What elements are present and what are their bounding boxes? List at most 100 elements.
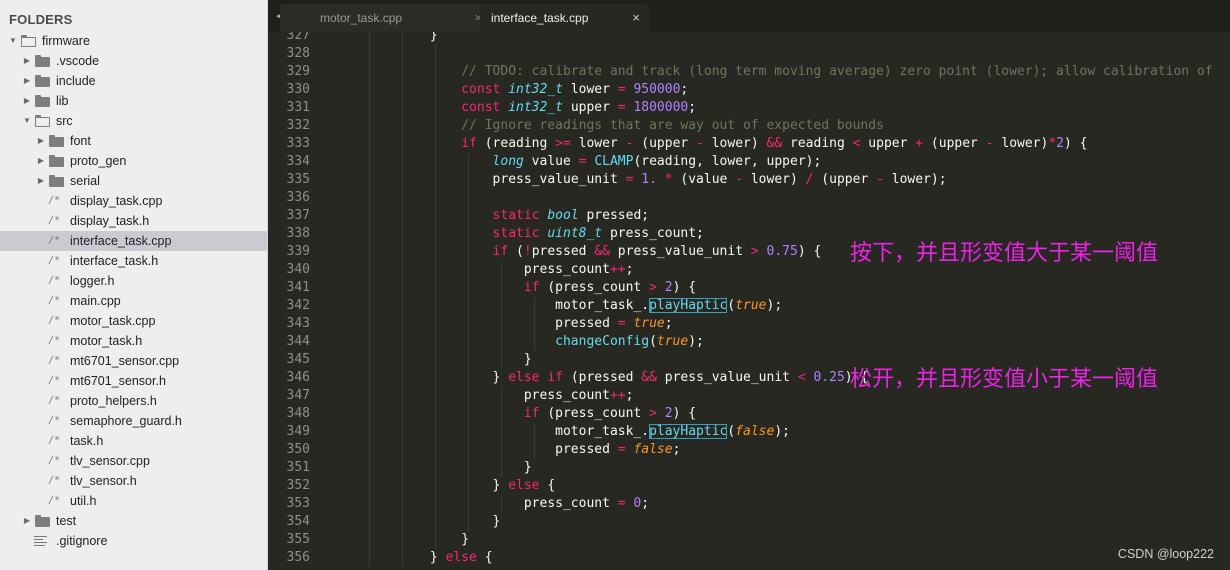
chevron-down-icon[interactable]: ▼ (22, 111, 32, 131)
tree-item-font[interactable]: ▶ font (0, 131, 267, 151)
tree-item-label: task.h (70, 434, 104, 448)
code-file-icon: /* (48, 415, 61, 426)
tree-item-lib[interactable]: ▶ lib (0, 91, 267, 111)
folder-icon (35, 75, 50, 87)
tree-item-util-h[interactable]: /* util.h (0, 491, 267, 511)
line-number: 347 (286, 388, 310, 403)
tree-item-interface-task-h[interactable]: /* interface_task.h (0, 251, 267, 271)
line-number: 330 (286, 82, 310, 97)
tree-item-firmware[interactable]: ▼ firmware (0, 31, 267, 51)
tree-item-mt6701-sensor-h[interactable]: /* mt6701_sensor.h (0, 371, 267, 391)
line-number: 348 (286, 406, 310, 421)
tree-item-src[interactable]: ▼ src (0, 111, 267, 131)
code-line[interactable]: if (!pressed && press_value_unit > 0.75)… (336, 243, 822, 261)
tree-item-proto-helpers-h[interactable]: /* proto_helpers.h (0, 391, 267, 411)
chevron-right-icon[interactable]: ▶ (22, 511, 32, 531)
code-line[interactable]: static bool pressed; (336, 207, 650, 225)
line-number: 328 (286, 46, 310, 61)
folder-icon (35, 95, 50, 107)
code-line[interactable]: } (336, 32, 438, 45)
code-line[interactable]: } else if (pressed && press_value_unit <… (336, 369, 869, 387)
tree-item-include[interactable]: ▶ include (0, 71, 267, 91)
chevron-right-icon[interactable]: ▶ (36, 151, 46, 171)
line-number: 353 (286, 496, 310, 511)
code-line[interactable]: // Ignore readings that are way out of e… (336, 117, 884, 135)
code-line[interactable]: if (reading >= lower - (upper - lower) &… (336, 135, 1087, 153)
code-line[interactable]: pressed = false; (336, 441, 680, 459)
code-line[interactable]: } else { (336, 477, 556, 495)
chevron-down-icon[interactable]: ▼ (8, 31, 18, 51)
tree-item-main-cpp[interactable]: /* main.cpp (0, 291, 267, 311)
tab-bar: ◀ ▶ motor_task.cpp × interface_task.cpp … (268, 0, 1230, 32)
code-file-icon: /* (48, 435, 61, 446)
code-line[interactable]: const int32_t lower = 950000; (336, 81, 688, 99)
tree-item-task-h[interactable]: /* task.h (0, 431, 267, 451)
tree-item-label: tlv_sensor.cpp (70, 454, 150, 468)
sidebar: FOLDERS ▼ firmware ▶ .vscode ▶ include ▶ lib ▼ sr… (0, 0, 268, 570)
tree-item-label: .vscode (56, 54, 100, 68)
code-file-icon: /* (48, 235, 61, 246)
code-line[interactable]: } else { (336, 549, 493, 567)
code-line[interactable]: pressed = true; (336, 315, 672, 333)
code-editor[interactable]: 327 328 329 330 331 332 333 334 335 336 337 338 339 3… (268, 32, 1230, 570)
code-line[interactable]: } (336, 531, 469, 549)
code-line[interactable]: press_value_unit = 1. * (value - lower) … (336, 171, 947, 189)
code-line[interactable]: press_count = 0; (336, 495, 649, 513)
tree-item-test[interactable]: ▶ test (0, 511, 267, 531)
tab-interface-task-cpp[interactable]: interface_task.cpp × (480, 4, 650, 32)
code-line[interactable]: changeConfig(true); (336, 333, 704, 351)
line-number: 339 (286, 244, 310, 259)
code-line[interactable]: if (press_count > 2) { (336, 405, 696, 423)
code-file-icon: /* (48, 215, 61, 226)
tree-item-tlv-sensor-cpp[interactable]: /* tlv_sensor.cpp (0, 451, 267, 471)
line-number: 349 (286, 424, 310, 439)
line-number: 340 (286, 262, 310, 277)
tree-item-motor-task-cpp[interactable]: /* motor_task.cpp (0, 311, 267, 331)
code-line[interactable]: // TODO: calibrate and track (long term … (336, 63, 1212, 81)
tree-item-label: interface_task.h (70, 254, 159, 268)
tree-item-proto-gen[interactable]: ▶ proto_gen (0, 151, 267, 171)
chevron-right-icon[interactable]: ▶ (22, 71, 32, 91)
code-line[interactable]: if (press_count > 2) { (336, 279, 696, 297)
chevron-right-icon[interactable]: ▶ (36, 171, 46, 191)
code-line[interactable]: } (336, 459, 532, 477)
folder-open-icon (35, 115, 50, 127)
code-line[interactable]: motor_task_.playHaptic(false); (336, 423, 790, 441)
code-file-icon: /* (48, 275, 61, 286)
tree-item-serial[interactable]: ▶ serial (0, 171, 267, 191)
tree-item-label: motor_task.cpp (70, 314, 156, 328)
chevron-right-icon[interactable]: ▶ (36, 131, 46, 151)
code-line[interactable]: long value = CLAMP(reading, lower, upper… (336, 153, 822, 171)
tree-item-interface-task-cpp[interactable]: /* interface_task.cpp (0, 231, 267, 251)
code-line[interactable]: motor_task_.playHaptic(true); (336, 297, 782, 315)
chevron-right-icon[interactable]: ▶ (22, 51, 32, 71)
tree-item-motor-task-h[interactable]: /* motor_task.h (0, 331, 267, 351)
tree-item-tlv-sensor-h[interactable]: /* tlv_sensor.h (0, 471, 267, 491)
tab-label: motor_task.cpp (320, 11, 403, 25)
tree-item-logger-h[interactable]: /* logger.h (0, 271, 267, 291)
tree-item-semaphore-guard-h[interactable]: /* semaphore_guard.h (0, 411, 267, 431)
tree-item-label: display_task.h (70, 214, 150, 228)
tree-item-display-task-cpp[interactable]: /* display_task.cpp (0, 191, 267, 211)
chevron-right-icon[interactable]: ▶ (22, 91, 32, 111)
tab-motor-task-cpp[interactable]: motor_task.cpp × (280, 4, 492, 32)
tree-item-label: test (56, 514, 77, 528)
line-number: 343 (286, 316, 310, 331)
close-icon[interactable]: × (632, 4, 640, 32)
tree-item-label: proto_gen (70, 154, 127, 168)
code-line[interactable]: const int32_t upper = 1800000; (336, 99, 696, 117)
tree-item-label: interface_task.cpp (70, 234, 172, 248)
folder-icon (49, 175, 64, 187)
code-line[interactable]: } (336, 513, 501, 531)
tree-item-vscode[interactable]: ▶ .vscode (0, 51, 267, 71)
code-line[interactable]: static uint8_t press_count; (336, 225, 704, 243)
line-number: 345 (286, 352, 310, 367)
code-line[interactable]: } (336, 351, 532, 369)
code-line[interactable]: press_count++; (336, 387, 634, 405)
line-number: 338 (286, 226, 310, 241)
tree-item-display-task-h[interactable]: /* display_task.h (0, 211, 267, 231)
tree-item-gitignore[interactable]: .gitignore (0, 531, 267, 551)
tree-item-mt6701-sensor-cpp[interactable]: /* mt6701_sensor.cpp (0, 351, 267, 371)
tree-item-label: .gitignore (56, 534, 108, 548)
code-line[interactable]: press_count++; (336, 261, 634, 279)
